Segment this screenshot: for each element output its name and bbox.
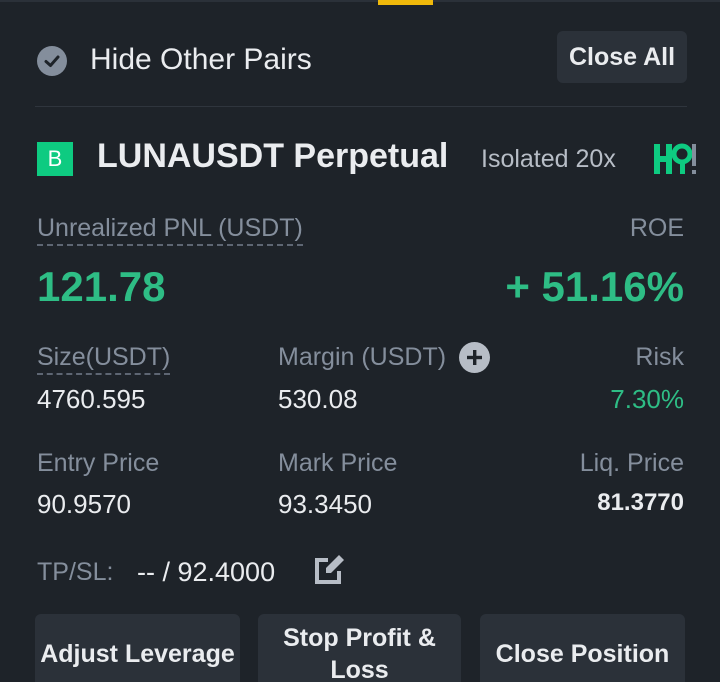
close-position-button[interactable]: Close Position xyxy=(480,614,685,682)
margin-value: 530.08 xyxy=(278,384,358,414)
liq-price-label: Liq. Price xyxy=(579,449,684,477)
tpsl-value: -- / 92.4000 xyxy=(137,557,276,587)
position-symbol[interactable]: LUNAUSDT Perpetual xyxy=(97,137,448,176)
entry-price-label: Entry Price xyxy=(37,449,160,477)
positions-header: Hide Other Pairs Close All xyxy=(0,26,720,96)
mark-price-label: Mark Price xyxy=(278,449,398,477)
roe-value: + 51.16% xyxy=(505,263,684,310)
edit-icon[interactable] xyxy=(312,553,346,585)
tpsl-label: TP/SL: xyxy=(37,558,114,586)
margin-mode-label: Isolated 20x xyxy=(481,145,616,173)
roe-label: ROE xyxy=(629,214,684,242)
plus-circle-icon[interactable] xyxy=(459,342,490,373)
unrealized-pnl-value: 121.78 xyxy=(37,263,166,310)
close-all-button[interactable]: Close All xyxy=(557,31,687,83)
check-circle-icon[interactable] xyxy=(37,46,67,76)
side-badge: B xyxy=(37,142,73,176)
stop-profit-loss-button[interactable]: Stop Profit & Loss xyxy=(258,614,461,682)
mark-price-value: 93.3450 xyxy=(278,489,372,519)
active-tab-indicator xyxy=(378,0,433,5)
hide-other-pairs-label[interactable]: Hide Other Pairs xyxy=(90,43,312,77)
section-divider xyxy=(35,106,687,107)
risk-value: 7.30% xyxy=(610,384,684,414)
unrealized-pnl-label[interactable]: Unrealized PNL (USDT) xyxy=(37,214,303,246)
entry-price-value: 90.9570 xyxy=(37,489,131,519)
liq-price-value: 81.3770 xyxy=(597,489,684,516)
size-label[interactable]: Size(USDT) xyxy=(37,343,171,375)
size-value: 4760.595 xyxy=(37,384,146,414)
risk-label: Risk xyxy=(635,343,684,371)
margin-label: Margin (USDT) xyxy=(278,343,447,371)
share-icon[interactable] xyxy=(654,140,700,180)
top-divider xyxy=(0,0,720,2)
adjust-leverage-button[interactable]: Adjust Leverage xyxy=(35,614,240,682)
